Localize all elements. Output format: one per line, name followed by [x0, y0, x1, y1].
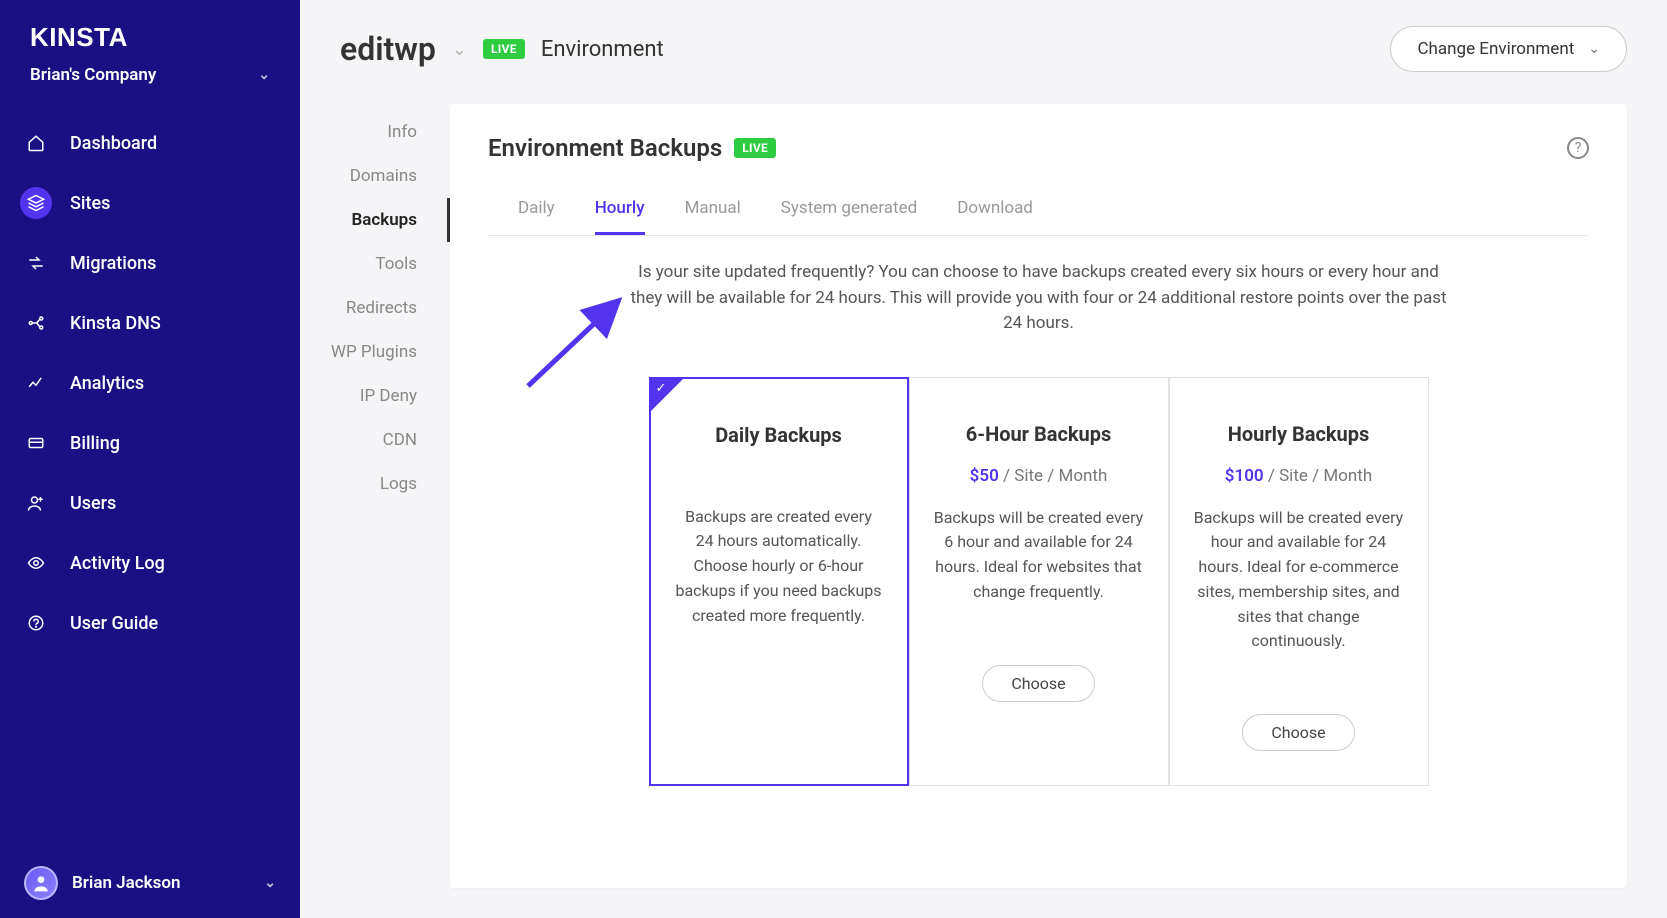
nav-dns[interactable]: Kinsta DNS — [0, 293, 300, 353]
subnav-wpplugins[interactable]: WP Plugins — [300, 330, 450, 374]
user-menu[interactable]: Brian Jackson ⌄ — [0, 848, 300, 918]
subnav-redirects[interactable]: Redirects — [300, 286, 450, 330]
plan-title: 6-Hour Backups — [934, 422, 1144, 446]
env-label: Environment — [541, 37, 664, 62]
plan-price: $100 / Site / Month — [1194, 466, 1404, 486]
main-area: editwp ⌄ LIVE Environment Change Environ… — [300, 0, 1667, 918]
users-icon — [20, 487, 52, 519]
plan-desc: Backups are created every 24 hours autom… — [675, 505, 883, 629]
plan-hourly[interactable]: Hourly Backups $100 / Site / Month Backu… — [1169, 377, 1429, 787]
subnav-info[interactable]: Info — [300, 110, 450, 154]
check-icon: ✓ — [656, 381, 667, 396]
help-icon[interactable]: ? — [1567, 137, 1589, 159]
site-subnav: Info Domains Backups Tools Redirects WP … — [300, 104, 450, 888]
page-header: editwp ⌄ LIVE Environment Change Environ… — [300, 0, 1667, 104]
plan-desc: Backups will be created every hour and a… — [1194, 506, 1404, 655]
avatar — [24, 866, 58, 900]
user-name: Brian Jackson — [72, 873, 180, 893]
tab-download[interactable]: Download — [957, 190, 1033, 235]
nav-dashboard[interactable]: Dashboard — [0, 113, 300, 173]
nav-billing[interactable]: Billing — [0, 413, 300, 473]
plan-daily[interactable]: ✓ Daily Backups Backups are created ever… — [649, 377, 909, 787]
brand-logo: KINSTA — [0, 0, 300, 61]
change-environment-button[interactable]: Change Environment ⌄ — [1390, 26, 1627, 72]
nav-analytics[interactable]: Analytics — [0, 353, 300, 413]
company-name: Brian's Company — [30, 65, 156, 85]
subnav-logs[interactable]: Logs — [300, 462, 450, 506]
subnav-tools[interactable]: Tools — [300, 242, 450, 286]
subnav-ipdeny[interactable]: IP Deny — [300, 374, 450, 418]
subnav-backups[interactable]: Backups — [300, 198, 450, 242]
chevron-down-icon[interactable]: ⌄ — [452, 39, 467, 60]
subnav-domains[interactable]: Domains — [300, 154, 450, 198]
hint-text: Is your site updated frequently? You can… — [624, 260, 1454, 337]
analytics-icon — [20, 367, 52, 399]
dns-icon — [20, 307, 52, 339]
choose-button[interactable]: Choose — [1242, 714, 1354, 751]
plan-cards: ✓ Daily Backups Backups are created ever… — [488, 377, 1589, 787]
tab-manual[interactable]: Manual — [685, 190, 741, 235]
migrate-icon — [20, 247, 52, 279]
home-icon — [20, 127, 52, 159]
nav-migrations[interactable]: Migrations — [0, 233, 300, 293]
plan-6hour[interactable]: 6-Hour Backups $50 / Site / Month Backup… — [909, 377, 1169, 787]
help-icon — [20, 607, 52, 639]
nav-activity[interactable]: Activity Log — [0, 533, 300, 593]
eye-icon — [20, 547, 52, 579]
plan-desc: Backups will be created every 6 hour and… — [934, 506, 1144, 605]
nav-users[interactable]: Users — [0, 473, 300, 533]
sidebar: KINSTA Brian's Company ⌄ Dashboard Sites… — [0, 0, 300, 918]
chevron-down-icon: ⌄ — [258, 67, 270, 83]
company-switcher[interactable]: Brian's Company ⌄ — [0, 61, 300, 113]
choose-button[interactable]: Choose — [982, 665, 1094, 702]
stack-icon — [20, 187, 52, 219]
main-nav: Dashboard Sites Migrations Kinsta DNS An… — [0, 113, 300, 653]
page-title: Environment Backups — [488, 134, 722, 162]
plan-price: $50 / Site / Month — [934, 466, 1144, 486]
chevron-down-icon: ⌄ — [264, 875, 276, 891]
tab-hourly[interactable]: Hourly — [595, 190, 645, 235]
live-badge: LIVE — [734, 138, 776, 158]
site-name: editwp — [340, 30, 436, 68]
nav-sites[interactable]: Sites — [0, 173, 300, 233]
chevron-down-icon: ⌄ — [1588, 41, 1600, 57]
subnav-cdn[interactable]: CDN — [300, 418, 450, 462]
backup-tabs: Daily Hourly Manual System generated Dow… — [488, 190, 1589, 236]
annotation-arrow — [520, 294, 630, 394]
nav-guide[interactable]: User Guide — [0, 593, 300, 653]
tab-system[interactable]: System generated — [781, 190, 917, 235]
plan-title: Daily Backups — [675, 423, 883, 447]
content-panel: Environment Backups LIVE ? Daily Hourly … — [450, 104, 1627, 888]
live-badge: LIVE — [483, 39, 525, 59]
tab-daily[interactable]: Daily — [518, 190, 555, 235]
plan-title: Hourly Backups — [1194, 422, 1404, 446]
billing-icon — [20, 427, 52, 459]
